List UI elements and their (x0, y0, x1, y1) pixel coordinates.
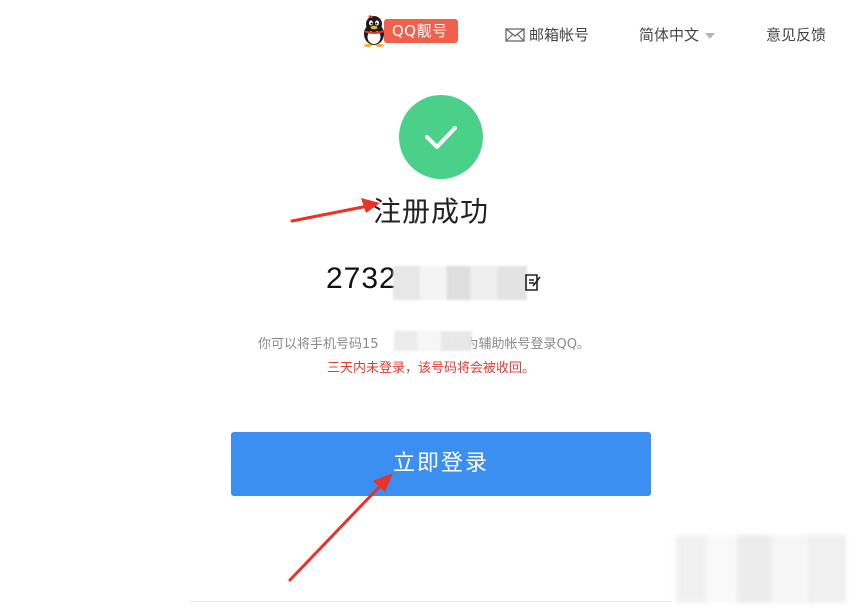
blurred-watermark (676, 535, 846, 603)
expiry-warning: 三天内未登录，该号码将会被收回。 (326, 361, 535, 376)
caret-down-icon (705, 32, 716, 39)
qq-pretty-number-label: QQ靓号 (384, 19, 458, 43)
mail-account-link[interactable]: 邮箱帐号 (505, 24, 589, 45)
bottom-divider (190, 601, 672, 602)
success-title: 注册成功 (372, 195, 489, 228)
top-nav: QQ靓号 邮箱帐号 简体中文 意见反馈 (0, 14, 862, 54)
redacted-phone-digits (394, 331, 472, 351)
account-number: 2732 (326, 262, 397, 295)
info-suffix: 作为辅助帐号登录QQ。 (452, 337, 591, 352)
check-icon (425, 126, 457, 149)
mail-icon (505, 27, 525, 42)
language-label: 简体中文 (639, 26, 700, 44)
annotation-arrows (288, 198, 393, 582)
qq-penguin-icon (364, 15, 384, 47)
feedback-link[interactable]: 意见反馈 (766, 24, 826, 45)
login-now-button[interactable]: 立即登录 (231, 432, 651, 496)
language-selector[interactable]: 简体中文 (639, 24, 716, 45)
success-badge (399, 95, 483, 179)
qq-pretty-number-link[interactable]: QQ靓号 (360, 15, 458, 47)
info-prefix: 你可以将手机号码15 (258, 337, 379, 352)
copy-icon[interactable] (524, 272, 542, 292)
redacted-account-digits (393, 266, 527, 300)
mail-account-label: 邮箱帐号 (529, 26, 590, 44)
